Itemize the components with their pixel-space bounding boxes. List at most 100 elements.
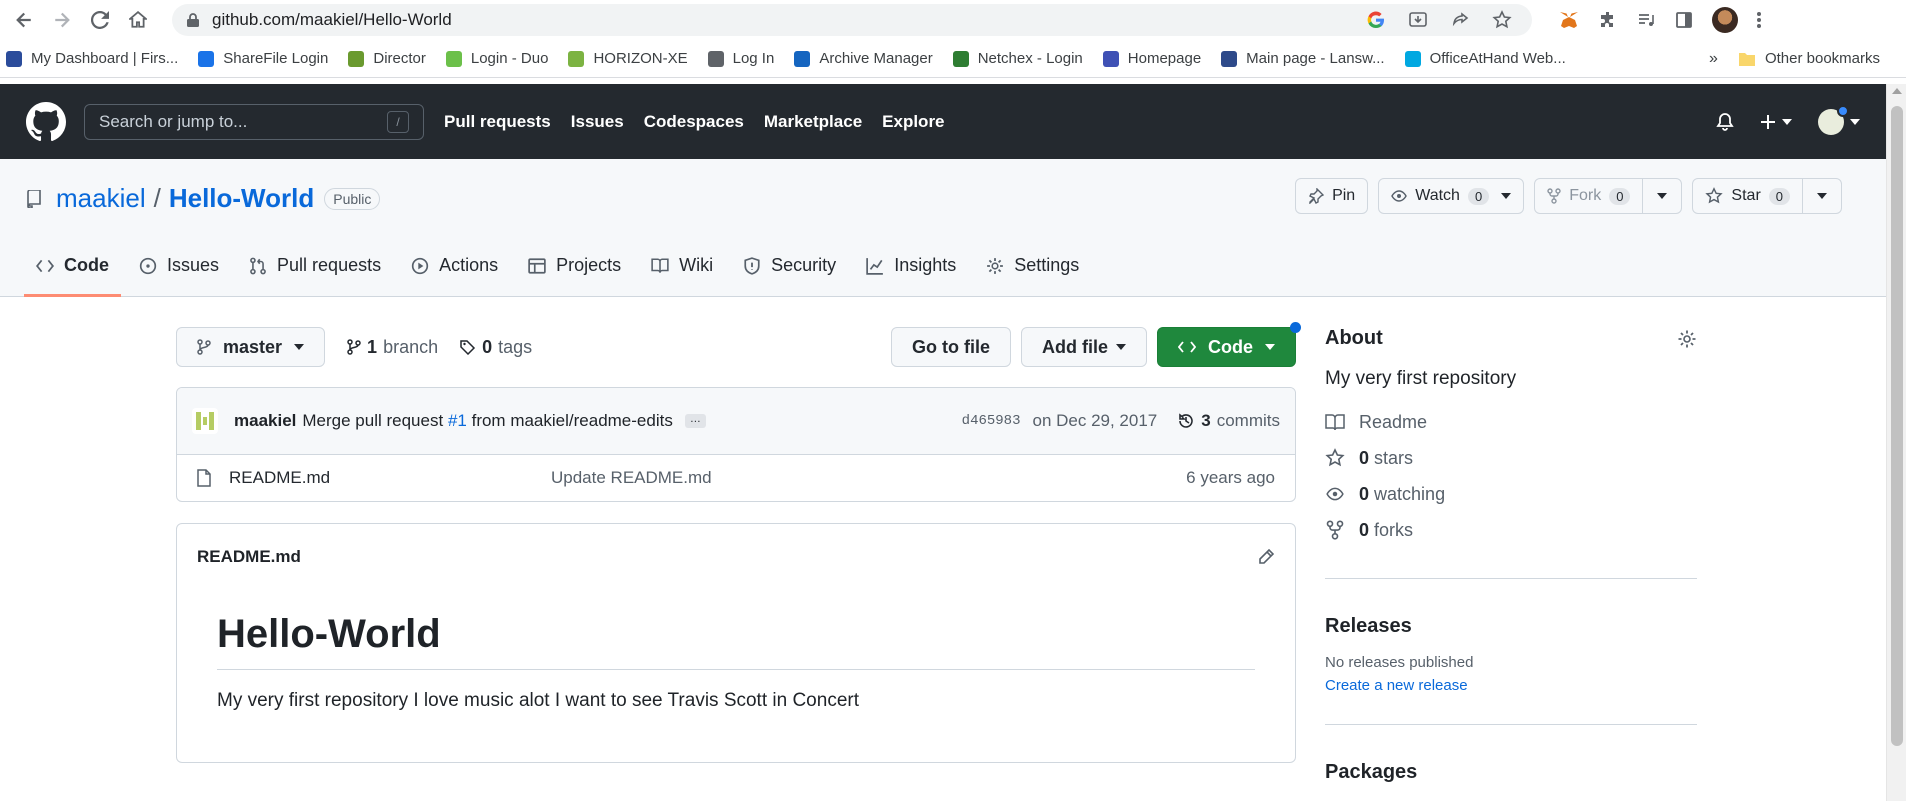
commit-author-avatar[interactable]: [192, 408, 218, 434]
lock-icon[interactable]: [186, 12, 200, 28]
github-logo-icon[interactable]: [26, 101, 66, 142]
bookmark-item[interactable]: Main page - Lansw...: [1221, 50, 1385, 67]
browser-profile-avatar[interactable]: [1712, 7, 1738, 33]
tab-settings[interactable]: Settings: [974, 255, 1091, 297]
bookmark-item[interactable]: OfficeAtHand Web...: [1404, 50, 1566, 67]
pull-request-link[interactable]: #1: [448, 411, 467, 430]
forks-link[interactable]: 0 forks: [1325, 512, 1697, 548]
stars-link[interactable]: 0 stars: [1325, 440, 1697, 476]
commit-sha-link[interactable]: d465983: [962, 413, 1021, 429]
fork-dropdown-button[interactable]: [1642, 179, 1681, 213]
global-search-input[interactable]: Search or jump to... /: [84, 103, 424, 140]
pin-label: Pin: [1332, 187, 1356, 204]
readme-link[interactable]: Readme: [1325, 404, 1697, 440]
page-scrollbar[interactable]: [1886, 84, 1906, 801]
create-release-link[interactable]: Create a new release: [1325, 677, 1697, 694]
install-icon[interactable]: [1408, 10, 1428, 30]
forward-button[interactable]: [46, 4, 78, 36]
releases-heading[interactable]: Releases: [1325, 615, 1697, 638]
user-avatar: [1818, 104, 1849, 135]
side-panel-icon[interactable]: [1674, 10, 1694, 30]
back-button[interactable]: [8, 4, 40, 36]
bookmark-other[interactable]: Other bookmarks: [1738, 50, 1880, 67]
address-bar[interactable]: github.com/maakiel/Hello-World: [172, 4, 1532, 36]
fork-button[interactable]: Fork 0: [1535, 179, 1642, 213]
bookmark-item[interactable]: My Dashboard | Firs...: [6, 50, 178, 67]
bookmark-favicon-icon: [794, 50, 811, 67]
sidebar-divider: [1325, 724, 1697, 725]
caret-down-icon: [1116, 344, 1126, 350]
nav-issues[interactable]: Issues: [571, 112, 624, 132]
code-dropdown-button[interactable]: Code: [1157, 322, 1301, 367]
notification-dot: [1290, 322, 1301, 333]
bookmark-label: Netchex - Login: [977, 50, 1083, 67]
file-commit-message-link[interactable]: Update README.md: [551, 468, 712, 488]
url-text[interactable]: github.com/maakiel/Hello-World: [212, 10, 1366, 30]
file-icon: [197, 469, 211, 487]
tab-insights[interactable]: Insights: [854, 255, 968, 297]
bookmark-favicon-icon: [198, 50, 215, 67]
branch-select-button[interactable]: master: [176, 327, 326, 367]
tab-wiki[interactable]: Wiki: [639, 255, 725, 297]
tab-label: Settings: [1014, 255, 1080, 275]
commit-message[interactable]: Merge pull request #1 from maakiel/readm…: [302, 411, 672, 431]
star-button[interactable]: Star 0: [1693, 179, 1802, 213]
file-row[interactable]: README.md Update README.md 6 years ago: [177, 455, 1295, 501]
readme-header: README.md: [177, 524, 1295, 590]
commit-author-link[interactable]: maakiel: [234, 411, 296, 431]
bookmark-favicon-icon: [6, 50, 22, 67]
bookmark-item[interactable]: Homepage: [1102, 50, 1201, 67]
extensions-puzzle-icon[interactable]: [1598, 10, 1618, 30]
tab-projects[interactable]: Projects: [516, 255, 633, 297]
shield-icon: [744, 256, 760, 275]
file-name-link[interactable]: README.md: [229, 468, 551, 488]
packages-heading[interactable]: Packages: [1325, 761, 1697, 784]
watchers-link[interactable]: 0 watching: [1325, 476, 1697, 512]
bookmark-item[interactable]: Director: [348, 50, 426, 67]
pencil-icon[interactable]: [1257, 548, 1275, 566]
user-menu-dropdown[interactable]: [1818, 104, 1860, 135]
bookmark-item[interactable]: Netchex - Login: [952, 50, 1083, 67]
repo-icon: [27, 189, 41, 208]
commit-history-link[interactable]: 3 commits: [1177, 411, 1280, 431]
tab-issues[interactable]: Issues: [127, 255, 231, 297]
more-vertical-icon[interactable]: [1756, 10, 1762, 30]
bookmarks-overflow-button[interactable]: »: [1709, 50, 1718, 68]
bookmark-item[interactable]: ShareFile Login: [198, 50, 328, 67]
bookmark-item[interactable]: HORIZON-XE: [568, 50, 688, 67]
bell-icon[interactable]: [1716, 112, 1734, 132]
reload-button[interactable]: [84, 4, 116, 36]
media-queue-icon[interactable]: [1636, 10, 1656, 30]
tab-actions[interactable]: Actions: [399, 255, 510, 297]
watch-button[interactable]: Watch 0: [1378, 178, 1525, 214]
pin-button[interactable]: Pin: [1295, 178, 1369, 214]
tags-link[interactable]: 0 tags: [460, 337, 532, 358]
go-to-file-button[interactable]: Go to file: [891, 327, 1011, 367]
nav-marketplace[interactable]: Marketplace: [764, 112, 862, 132]
repo-owner-link[interactable]: maakiel: [56, 183, 146, 214]
create-new-dropdown[interactable]: [1760, 114, 1792, 130]
branches-link[interactable]: 1 branch: [347, 337, 438, 358]
google-icon[interactable]: [1366, 10, 1386, 30]
tab-security[interactable]: Security: [731, 255, 848, 297]
bookmark-item[interactable]: Log In: [707, 50, 774, 67]
star-list-dropdown-button[interactable]: [1802, 179, 1841, 213]
nav-explore[interactable]: Explore: [882, 112, 944, 132]
bookmark-item[interactable]: Archive Manager: [794, 50, 933, 67]
eye-icon: [1326, 487, 1344, 501]
scroll-up-arrow-icon[interactable]: [1892, 88, 1902, 94]
nav-pull-requests[interactable]: Pull requests: [444, 112, 551, 132]
nav-codespaces[interactable]: Codespaces: [644, 112, 744, 132]
metamask-fox-icon[interactable]: [1558, 9, 1580, 31]
repo-name-link[interactable]: Hello-World: [169, 183, 314, 214]
bookmark-star-icon[interactable]: [1492, 10, 1512, 30]
scrollbar-thumb[interactable]: [1891, 106, 1903, 746]
tab-pull-requests[interactable]: Pull requests: [237, 255, 393, 297]
bookmark-item[interactable]: Login - Duo: [445, 50, 548, 67]
add-file-button[interactable]: Add file: [1021, 327, 1147, 367]
tab-code[interactable]: Code: [24, 255, 121, 297]
home-button[interactable]: [122, 4, 154, 36]
share-icon[interactable]: [1450, 10, 1470, 30]
gear-icon[interactable]: [1677, 329, 1697, 349]
expand-commit-message-button[interactable]: …: [684, 414, 706, 428]
